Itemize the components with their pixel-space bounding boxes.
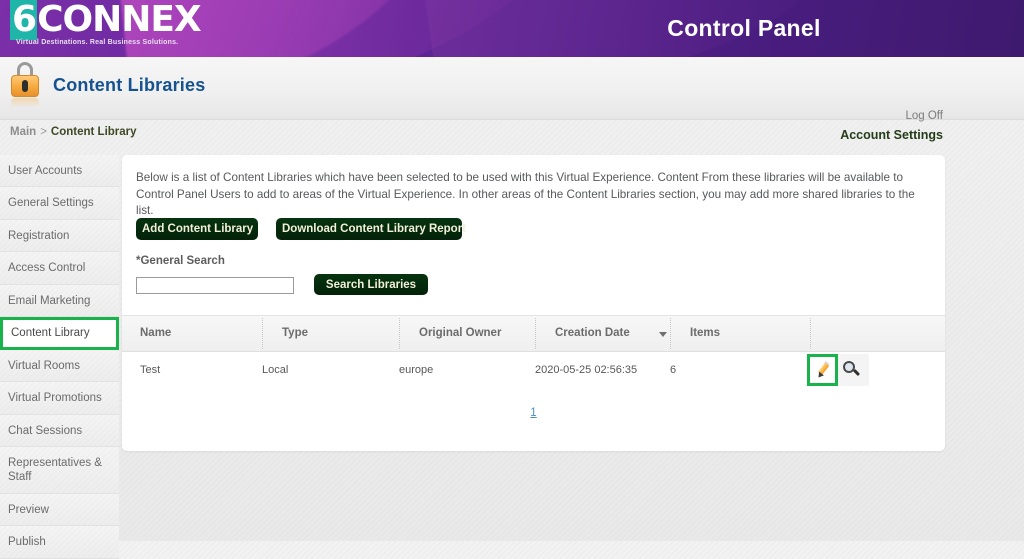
cell-name: Test xyxy=(140,364,160,376)
breadcrumb: Main>Content Library xyxy=(10,126,137,138)
content-panel: Below is a list of Content Libraries whi… xyxy=(122,155,945,451)
lock-icon xyxy=(8,62,42,108)
table-row[interactable]: Test Local europe 2020-05-25 02:56:35 6 xyxy=(122,350,945,392)
sort-descending-icon[interactable] xyxy=(659,332,667,337)
company-logo[interactable]: 6CONNEX Virtual Destinations. Real Busin… xyxy=(0,0,182,57)
column-header-type[interactable]: Type xyxy=(282,327,308,339)
breadcrumb-separator: > xyxy=(36,126,51,138)
sidebar-item-virtual-promotions[interactable]: Virtual Promotions xyxy=(0,382,119,414)
edit-library-button[interactable] xyxy=(807,354,838,386)
banner-title: Control Panel xyxy=(464,0,1024,57)
sidebar-item-preview[interactable]: Preview xyxy=(0,494,119,526)
view-library-button[interactable] xyxy=(843,361,861,379)
log-off-link[interactable]: Log Off xyxy=(840,108,943,126)
add-content-library-button[interactable]: Add Content Library xyxy=(136,218,258,240)
cell-items: 6 xyxy=(670,364,676,376)
breadcrumb-current: Content Library xyxy=(51,126,137,138)
session-links: Log Off Account Settings xyxy=(840,108,943,145)
row-actions xyxy=(807,354,869,386)
sidebar-item-email-marketing[interactable]: Email Marketing xyxy=(0,285,119,317)
lock-reflection xyxy=(11,98,39,108)
column-header-original-owner[interactable]: Original Owner xyxy=(419,327,501,339)
column-divider xyxy=(399,318,400,349)
panel-description: Below is a list of Content Libraries whi… xyxy=(136,170,931,220)
sidebar-item-registration[interactable]: Registration xyxy=(0,220,119,252)
sidebar-nav: User Accounts General Settings Registrat… xyxy=(0,155,119,559)
general-search-input[interactable] xyxy=(136,277,294,294)
column-divider xyxy=(670,318,671,349)
logo-wordmark: 6CONNEX xyxy=(10,2,201,38)
lock-keyhole xyxy=(22,80,28,92)
sidebar-item-representatives-staff[interactable]: Representatives & Staff xyxy=(0,447,119,494)
account-settings-link[interactable]: Account Settings xyxy=(840,126,943,145)
download-content-library-report-button[interactable]: Download Content Library Report xyxy=(276,218,462,240)
cell-creation-date: 2020-05-25 02:56:35 xyxy=(535,364,637,376)
column-header-items[interactable]: Items xyxy=(690,327,720,339)
sidebar-item-access-control[interactable]: Access Control xyxy=(0,252,119,284)
logo-tagline: Virtual Destinations. Real Business Solu… xyxy=(16,39,178,46)
cell-type: Local xyxy=(262,364,288,376)
sidebar-item-publish[interactable]: Publish xyxy=(0,526,119,558)
sidebar-item-general-settings[interactable]: General Settings xyxy=(0,187,119,219)
general-search-label: *General Search xyxy=(136,255,225,267)
app-banner: 6CONNEX Virtual Destinations. Real Busin… xyxy=(0,0,1024,57)
logo-connex-text: CONNEX xyxy=(37,0,201,40)
pagination: 1 xyxy=(122,403,945,421)
column-divider xyxy=(262,318,263,349)
table-header-row: Name Type Original Owner Creation Date I… xyxy=(122,315,945,352)
sidebar-item-chat-sessions[interactable]: Chat Sessions xyxy=(0,415,119,447)
column-header-creation-date[interactable]: Creation Date xyxy=(555,327,630,339)
breadcrumb-main[interactable]: Main xyxy=(10,126,36,138)
column-divider xyxy=(810,318,811,349)
sidebar-item-virtual-rooms[interactable]: Virtual Rooms xyxy=(0,350,119,382)
pagination-page-1[interactable]: 1 xyxy=(530,407,536,419)
search-libraries-button[interactable]: Search Libraries xyxy=(314,274,428,295)
column-header-name[interactable]: Name xyxy=(140,327,171,339)
cell-original-owner: europe xyxy=(399,364,433,376)
logo-six-glyph: 6 xyxy=(10,0,37,40)
column-divider xyxy=(535,318,536,349)
sidebar-item-content-library[interactable]: Content Library xyxy=(0,317,119,350)
page-title: Content Libraries xyxy=(53,75,205,96)
sidebar-item-user-accounts[interactable]: User Accounts xyxy=(0,155,119,187)
magnifier-handle xyxy=(853,369,860,376)
pencil-icon xyxy=(816,362,832,378)
